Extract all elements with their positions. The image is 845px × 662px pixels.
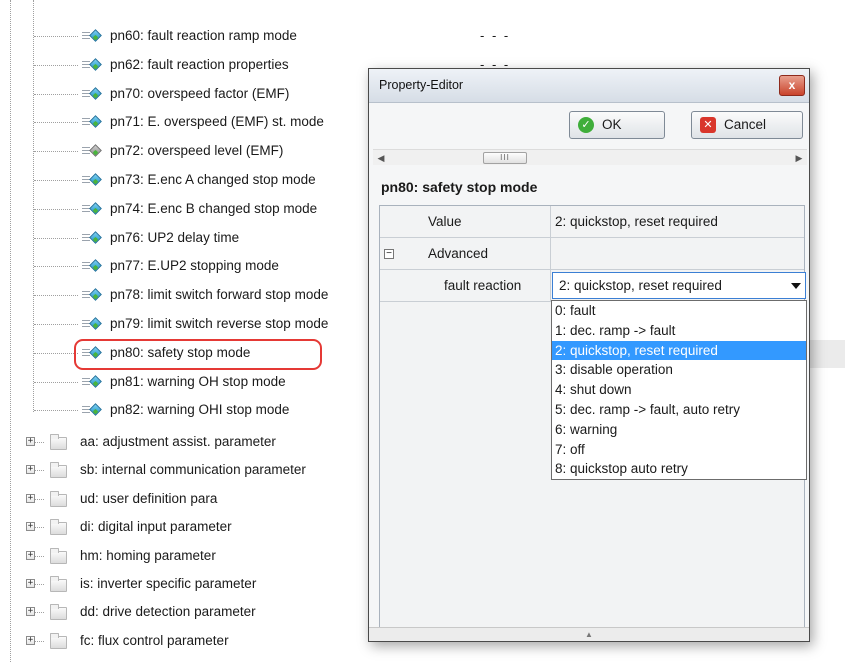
folder-icon: [50, 547, 67, 564]
grid-row-advanced[interactable]: − Advanced: [380, 238, 804, 270]
tree-param-label: pn70: overspeed factor (EMF): [110, 85, 290, 101]
parameter-icon: [82, 201, 104, 217]
tree-group-label: di: digital input parameter: [80, 519, 232, 535]
folder-icon: [50, 490, 67, 507]
fault-reaction-label: fault reaction: [444, 278, 522, 293]
highlight-ring: [74, 339, 322, 370]
tree-param-label: pn78: limit switch forward stop mode: [110, 287, 329, 303]
folder-icon: [50, 434, 67, 450]
parameter-icon: [82, 287, 104, 303]
fault-reaction-selected-value: 2: quickstop, reset required: [559, 278, 722, 293]
expand-icon[interactable]: +: [26, 635, 35, 645]
tree-param-label: pn71: E. overspeed (EMF) st. mode: [110, 114, 324, 130]
ok-label: OK: [602, 117, 622, 132]
parameter-icon: [82, 114, 104, 130]
dropdown-option[interactable]: 5: dec. ramp -> fault, auto retry: [552, 400, 806, 420]
expand-icon[interactable]: +: [26, 493, 35, 503]
parameter-icon: [82, 86, 104, 102]
collapse-icon[interactable]: −: [384, 249, 394, 259]
dropdown-option[interactable]: 4: shut down: [552, 380, 806, 400]
tree-group-label: aa: adjustment assist. parameter: [80, 434, 276, 449]
expand-icon[interactable]: +: [26, 550, 35, 560]
tree-param-label: pn81: warning OH stop mode: [110, 373, 286, 389]
dropdown-option[interactable]: 1: dec. ramp -> fault: [552, 321, 806, 341]
parameter-icon: [82, 57, 104, 73]
tree-group-label: ud: user definition para: [80, 490, 218, 506]
tree-param-item[interactable]: pn60: fault reaction ramp mode - - -: [0, 22, 845, 50]
dropdown-option[interactable]: 8: quickstop auto retry: [552, 459, 806, 479]
folder-icon: [50, 604, 67, 621]
value-label: Value: [428, 214, 462, 229]
tree-param-label: pn62: fault reaction properties: [110, 56, 289, 72]
parameter-icon: [82, 230, 104, 246]
window-title: Property-Editor: [379, 78, 464, 92]
ok-button[interactable]: ✓ OK: [569, 111, 665, 139]
tree-param-label: pn74: E.enc B changed stop mode: [110, 200, 318, 216]
cancel-label: Cancel: [724, 117, 767, 132]
grid-row-fault-reaction[interactable]: fault reaction 2: quickstop, reset requi…: [380, 270, 806, 302]
scroll-thumb[interactable]: III: [483, 152, 527, 164]
tree-param-label: pn60: fault reaction ramp mode: [110, 28, 297, 43]
parameter-heading: pn80: safety stop mode: [381, 179, 538, 195]
dropdown-option[interactable]: 0: fault: [552, 301, 806, 321]
resize-grip[interactable]: ▲: [369, 627, 809, 641]
grip-icon: ▲: [585, 630, 593, 639]
column-separator: [550, 238, 551, 269]
parameter-icon: [82, 374, 104, 390]
parameter-grey-icon: [82, 143, 104, 159]
expand-icon[interactable]: +: [26, 465, 35, 475]
tree-param-label: pn79: limit switch reverse stop mode: [110, 316, 329, 331]
tree-group-label: is: inverter specific parameter: [80, 576, 257, 591]
checkmark-icon: ✓: [578, 117, 594, 133]
parameter-icon: [82, 172, 104, 188]
expand-icon[interactable]: +: [26, 522, 35, 532]
chevron-down-icon[interactable]: [791, 283, 801, 289]
tree-group-label: fc: flux control parameter: [80, 632, 229, 648]
expand-icon[interactable]: +: [26, 607, 35, 617]
column-separator: [550, 270, 551, 301]
scroll-right-icon[interactable]: ▶: [791, 150, 807, 166]
cancel-button[interactable]: ✕ Cancel: [691, 111, 803, 139]
dropdown-option[interactable]: 3: disable operation: [552, 360, 806, 380]
cancel-icon: ✕: [700, 117, 716, 133]
tree-param-value: - - -: [480, 28, 511, 43]
value-text: 2: quickstop, reset required: [555, 214, 718, 229]
tree-param-label: pn77: E.UP2 stopping mode: [110, 258, 279, 274]
folder-icon: [50, 632, 67, 649]
tree-group-label: hm: homing parameter: [80, 547, 216, 563]
title-bar[interactable]: Property-Editor x: [369, 69, 809, 103]
folder-icon: [50, 576, 67, 592]
tree-param-label: pn82: warning OHI stop mode: [110, 402, 290, 418]
dropdown-option[interactable]: 7: off: [552, 440, 806, 460]
close-icon: x: [788, 78, 796, 92]
parameter-icon: [82, 402, 104, 418]
grid-row-value[interactable]: Value 2: quickstop, reset required: [380, 206, 804, 238]
tree-group-label: sb: internal communication parameter: [80, 462, 306, 478]
parameter-icon: [82, 28, 104, 44]
dropdown-option[interactable]: 6: warning: [552, 420, 806, 440]
tree-param-label: pn73: E.enc A changed stop mode: [110, 172, 316, 187]
scroll-left-icon[interactable]: ◀: [373, 150, 389, 166]
column-separator: [550, 206, 551, 237]
folder-icon: [50, 519, 67, 536]
close-button[interactable]: x: [779, 75, 805, 96]
fault-reaction-dropdown-list[interactable]: 0: fault 1: dec. ramp -> fault 2: quicksto…: [551, 300, 807, 480]
horizontal-scrollbar[interactable]: ◀ III ▶: [373, 149, 807, 165]
tree-param-label: pn76: UP2 delay time: [110, 229, 240, 245]
advanced-label: Advanced: [428, 246, 489, 261]
expand-icon[interactable]: +: [26, 437, 35, 446]
dropdown-option[interactable]: 2: quickstop, reset required: [552, 340, 806, 361]
parameter-icon: [82, 258, 104, 274]
tree-group-label: dd: drive detection parameter: [80, 604, 256, 620]
parameter-icon: [82, 316, 104, 332]
expand-icon[interactable]: +: [26, 579, 35, 588]
folder-icon: [50, 462, 67, 479]
fault-reaction-select[interactable]: 2: quickstop, reset required: [552, 272, 806, 299]
tree-param-label: pn72: overspeed level (EMF): [110, 143, 284, 159]
